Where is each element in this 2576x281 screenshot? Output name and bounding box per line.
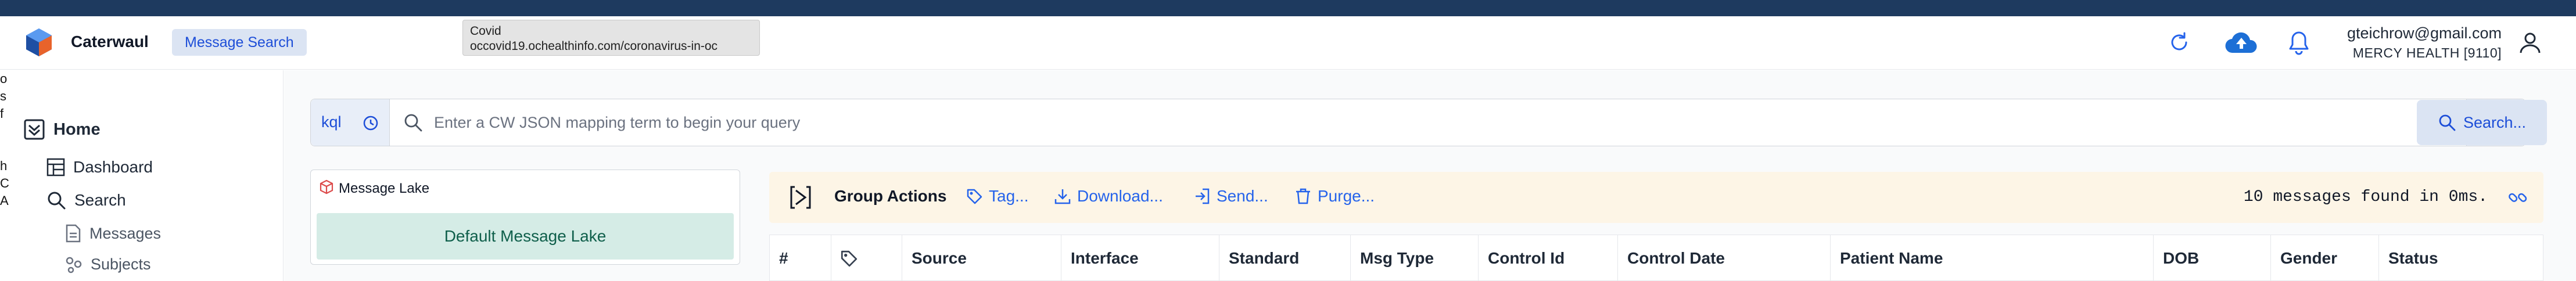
user-avatar-icon[interactable] [2516, 28, 2545, 57]
offscreen-edge-text: o s f h C A [0, 70, 9, 281]
edge-spacer [0, 123, 9, 140]
tooltip-url: occovid19.ochealthinfo.com/coronavirus-i… [470, 39, 718, 53]
user-organization: MERCY HEALTH [9110] [2352, 45, 2502, 60]
tag-icon [967, 189, 982, 204]
purge-button-label: Purge... [1318, 187, 1375, 205]
tag-button-label: Tag... [989, 187, 1029, 205]
query-mode-selector[interactable]: kql [311, 99, 390, 146]
purge-button[interactable]: Purge... [1294, 187, 1375, 206]
column-header-gender[interactable]: Gender [2271, 235, 2379, 281]
browser-toolbar-strip [0, 0, 2576, 16]
refresh-icon[interactable] [2165, 28, 2194, 57]
message-search-badge[interactable]: Message Search [172, 29, 307, 56]
sidebar-dashboard-label: Dashboard [73, 158, 153, 176]
edge-letter: h [0, 158, 8, 173]
sidebar-home-label: Home [53, 120, 101, 139]
edge-letter: C [0, 176, 9, 190]
subjects-icon [66, 257, 82, 273]
column-header-patient-name[interactable]: Patient Name [1831, 235, 2154, 281]
sidebar-search-label: Search [74, 191, 126, 209]
tag-icon [841, 250, 858, 267]
cloud-upload-icon[interactable] [2223, 28, 2260, 57]
message-lake-panel: Message Lake Default Message Lake [310, 170, 740, 265]
dashboard-icon [46, 158, 65, 176]
sidebar-item-search[interactable]: Search [46, 190, 126, 210]
column-header-number[interactable]: # [770, 235, 831, 281]
search-button[interactable]: Search... [2417, 100, 2547, 145]
search-icon [2439, 114, 2456, 131]
column-header-standard[interactable]: Standard [1219, 235, 1351, 281]
cube-icon [320, 179, 333, 194]
app-name[interactable]: Caterwaul [71, 33, 149, 51]
download-button-label: Download... [1077, 187, 1163, 205]
column-header-source[interactable]: Source [902, 235, 1061, 281]
trash-icon [1296, 188, 1310, 204]
edge-letter: f [0, 106, 4, 121]
download-button[interactable]: Download... [1054, 187, 1163, 206]
group-brackets-icon [790, 186, 811, 209]
results-table-header: # Source Interface Standard Msg Type Con… [769, 235, 2543, 281]
sidebar-item-messages[interactable]: Messages [65, 224, 161, 243]
send-icon [1196, 188, 1210, 204]
column-header-msg-type[interactable]: Msg Type [1351, 235, 1479, 281]
query-bar: kql [310, 99, 2526, 146]
link-tooltip: Covid occovid19.ochealthinfo.com/coronav… [462, 20, 760, 56]
sidebar-item-dashboard[interactable]: Dashboard [46, 158, 153, 176]
sidebar-subjects-label: Subjects [91, 255, 151, 273]
edge-letter: o [0, 71, 8, 86]
link-icon[interactable] [2507, 187, 2528, 208]
column-header-dob[interactable]: DOB [2154, 235, 2271, 281]
send-button[interactable]: Send... [1193, 187, 1268, 206]
column-header-status[interactable]: Status [2379, 235, 2543, 281]
group-actions-label: Group Actions [834, 187, 947, 205]
home-icon [24, 119, 45, 140]
download-icon [1054, 189, 1071, 204]
edge-letter: A [0, 193, 9, 208]
history-clock-icon[interactable] [362, 114, 379, 132]
user-email[interactable]: gteichrow@gmail.com [2347, 24, 2502, 42]
column-header-control-id[interactable]: Control Id [1479, 235, 1618, 281]
search-button-label: Search... [2463, 113, 2527, 131]
column-header-tags[interactable] [831, 235, 902, 281]
edge-letter: s [0, 89, 6, 103]
tag-button[interactable]: Tag... [966, 187, 1028, 206]
edge-spacer [0, 140, 9, 157]
column-header-interface[interactable]: Interface [1061, 235, 1219, 281]
sidebar-messages-label: Messages [89, 224, 162, 242]
search-icon [404, 114, 422, 132]
query-mode-label: kql [321, 113, 342, 131]
tooltip-title: Covid [470, 24, 501, 38]
bell-icon[interactable] [2284, 28, 2313, 57]
app-logo-icon[interactable] [23, 27, 55, 58]
message-lake-title: Message Lake [339, 181, 430, 196]
query-input[interactable] [434, 111, 2281, 134]
document-icon [66, 224, 81, 243]
send-button-label: Send... [1217, 187, 1268, 205]
group-actions-title: Group Actions [834, 187, 946, 206]
top-header: Caterwaul Message Search gteichrow@gmail… [0, 16, 2576, 70]
sidebar-item-home[interactable]: Home [23, 118, 101, 140]
results-count: 10 messages found in 0ms. [2243, 188, 2488, 206]
default-message-lake-button[interactable]: Default Message Lake [317, 213, 734, 260]
app-root: Covid occovid19.ochealthinfo.com/coronav… [0, 0, 2576, 281]
sidebar-item-subjects[interactable]: Subjects [65, 255, 151, 273]
group-actions-bar: Group Actions Tag... Download... Send...… [769, 172, 2543, 223]
column-header-control-date[interactable]: Control Date [1618, 235, 1831, 281]
search-icon [48, 192, 66, 210]
